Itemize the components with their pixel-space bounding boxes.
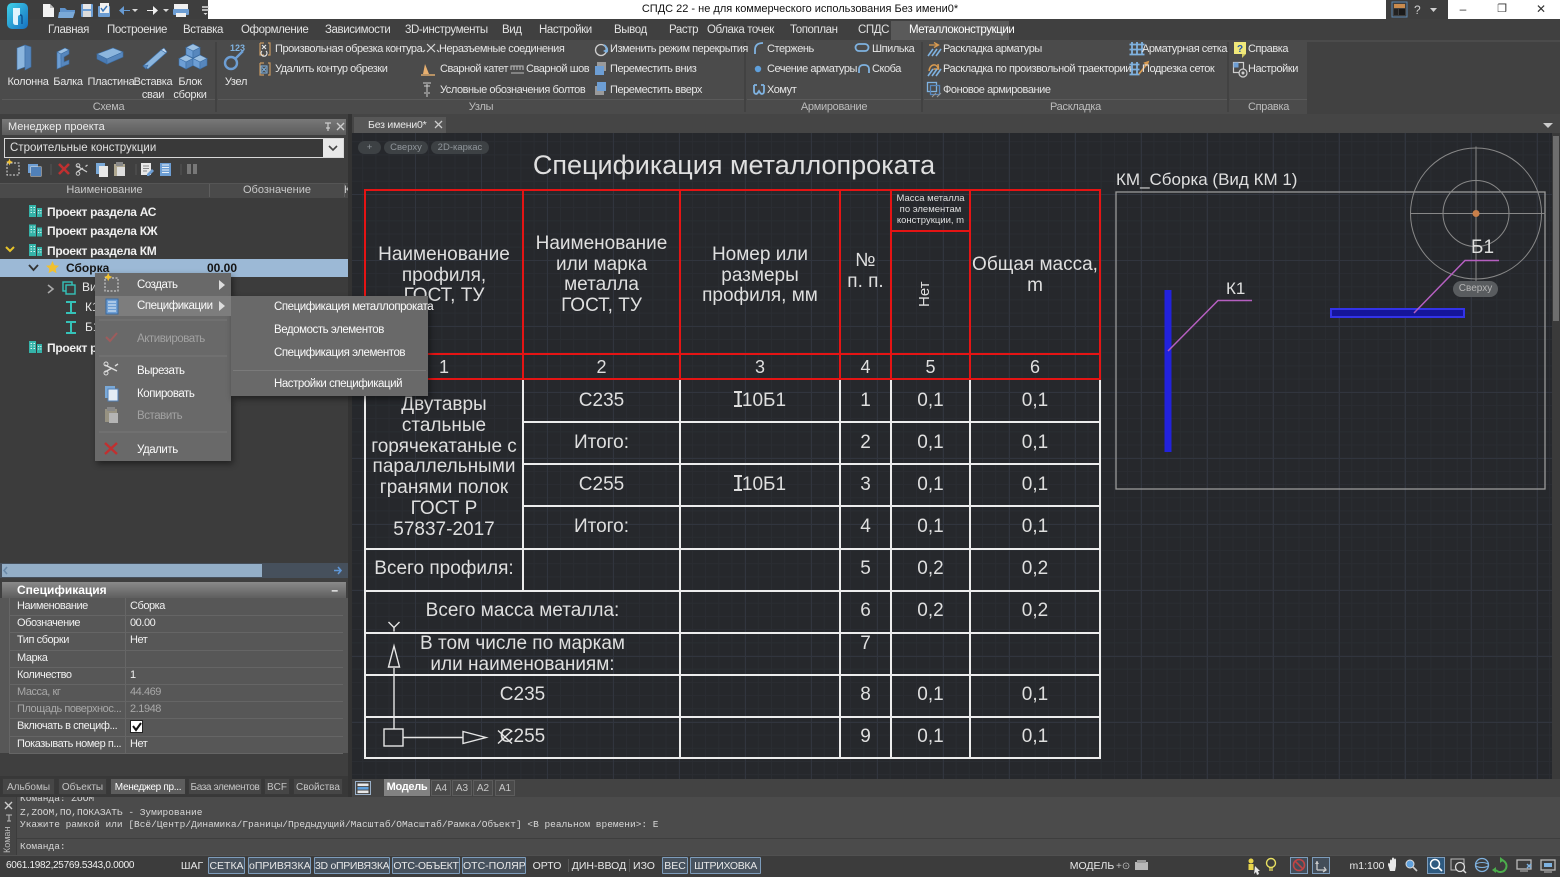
svg-text:+⊙: +⊙ [1116, 861, 1130, 872]
svg-text:?: ? [1414, 3, 1421, 17]
svg-text:?: ? [1237, 44, 1243, 55]
